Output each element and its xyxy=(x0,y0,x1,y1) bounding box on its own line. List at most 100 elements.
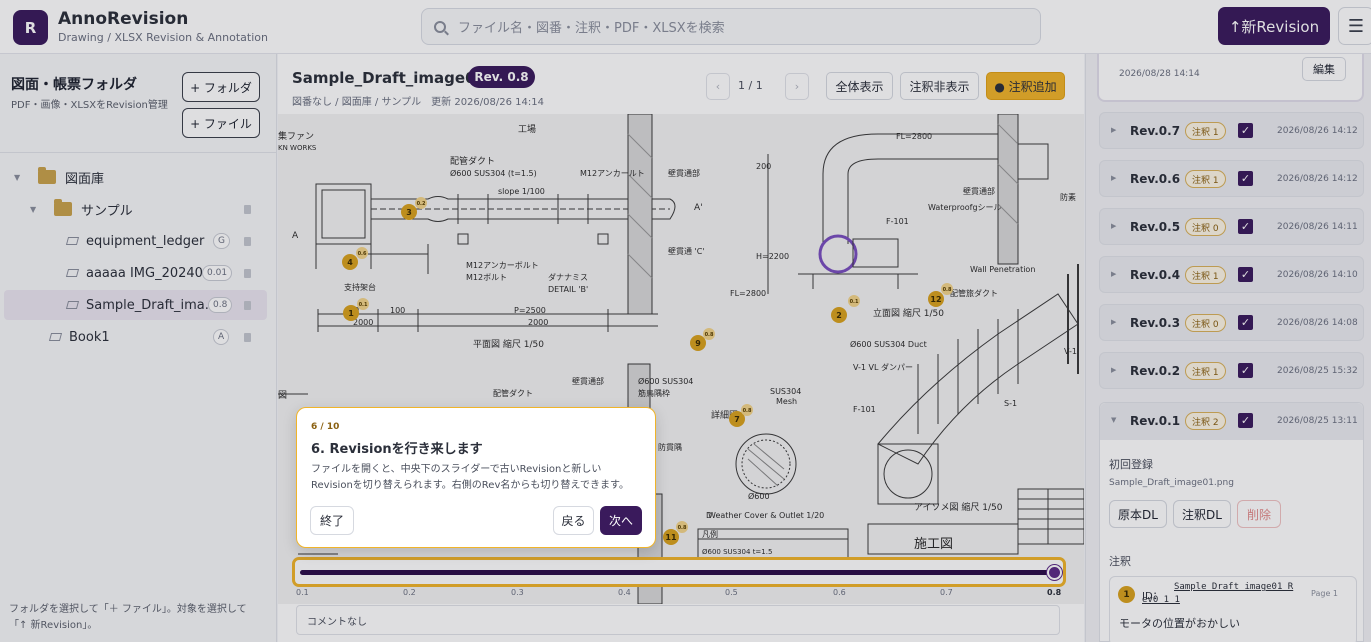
tree-item-label: サンプル xyxy=(81,203,133,219)
revision-date: 2026/08/26 14:12 xyxy=(1277,174,1358,184)
revision-slider[interactable] xyxy=(292,557,1066,587)
drawing-text: 200 xyxy=(756,162,771,171)
revision-name[interactable]: Rev.0.2 xyxy=(1130,364,1180,378)
drawing-text: 立面図 縮尺 1/50 xyxy=(873,307,944,319)
slider-tick: 0.7 xyxy=(940,588,953,597)
annotation-marker[interactable]: 9 0.8 xyxy=(690,328,715,351)
annotation-marker[interactable]: 3 0.2 xyxy=(401,197,427,220)
tree-item-drawing-library[interactable]: ▼ 図面庫 xyxy=(0,162,270,192)
drawing-text: F-101 xyxy=(886,217,909,226)
download-original-button[interactable]: 原本DL xyxy=(1109,500,1167,528)
annotation-count-badge: 注釈 1 xyxy=(1185,122,1226,140)
tour-back-button[interactable]: 戻る xyxy=(553,506,594,535)
search-input[interactable]: ファイル名・図番・注釈・PDF・XLSXを検索 xyxy=(421,8,1041,45)
svg-text:4: 4 xyxy=(347,258,353,267)
revision-checkbox[interactable]: ✓ xyxy=(1238,123,1253,138)
drawing-text: F-101 xyxy=(853,405,876,414)
tree-item-sample[interactable]: ▼ サンプル xyxy=(0,194,270,224)
revision-row[interactable]: ▶ Rev.0.6 注釈 1 ✓ 2026/08/26 14:12 xyxy=(1099,160,1364,197)
revision-name[interactable]: Rev.0.4 xyxy=(1130,268,1180,282)
edit-button[interactable]: 編集 xyxy=(1302,57,1346,81)
revision-row[interactable]: ▶ Rev.0.5 注釈 0 ✓ 2026/08/26 14:11 xyxy=(1099,208,1364,245)
svg-text:0.2: 0.2 xyxy=(417,201,426,207)
revision-date: 2026/08/28 14:14 xyxy=(1119,69,1200,79)
revision-row[interactable]: ▶ Rev.0.4 注釈 1 ✓ 2026/08/26 14:10 xyxy=(1099,256,1364,293)
chevron-down-icon: ▼ xyxy=(30,204,37,214)
add-note-button[interactable]: ● 注釈追加 xyxy=(986,72,1065,100)
sidebar-description: PDF・画像・XLSXをRevision管理 xyxy=(11,100,168,111)
hamburger-icon: ☰ xyxy=(1347,15,1365,37)
drawing-text: 工場 xyxy=(518,123,536,135)
drawing-text: M12ボルト xyxy=(466,273,507,282)
drawing-text: 筋鳥隅枠 xyxy=(638,388,670,398)
revision-checkbox[interactable]: ✓ xyxy=(1238,315,1253,330)
revision-name[interactable]: Rev.0.7 xyxy=(1130,124,1180,138)
drawing-text: Mesh xyxy=(776,397,797,406)
trash-icon[interactable] xyxy=(244,269,251,278)
chevron-right-icon: ▶ xyxy=(1111,366,1117,374)
drawing-text: FL=2800 xyxy=(730,289,766,298)
revision-name[interactable]: Rev.0.5 xyxy=(1130,220,1180,234)
drawing-text: Waterproofgシール xyxy=(928,203,1002,212)
revision-date: 2026/08/26 14:08 xyxy=(1277,318,1358,328)
slider-thumb[interactable] xyxy=(1047,565,1062,580)
revision-name[interactable]: Rev.0.6 xyxy=(1130,172,1180,186)
drawing-text: A xyxy=(292,231,299,241)
trash-icon[interactable] xyxy=(244,333,251,342)
tour-next-button[interactable]: 次へ xyxy=(600,506,642,535)
revision-card-current: 2026/08/28 14:14 編集 xyxy=(1097,54,1364,102)
revision-checkbox[interactable]: ✓ xyxy=(1238,413,1253,428)
file-icon xyxy=(65,269,80,277)
revision-badge: Rev. 0.8 xyxy=(468,66,535,88)
svg-text:0.6: 0.6 xyxy=(358,251,367,257)
drawing-text: 2000 xyxy=(528,318,548,327)
annotation-id-link-cont[interactable]: ev0_1_1 xyxy=(1142,595,1180,605)
tree-item-book1[interactable]: Book1 xyxy=(0,322,270,352)
annotation-marker[interactable]: 4 0.6 xyxy=(342,247,368,270)
trash-icon[interactable] xyxy=(244,301,251,310)
revision-checkbox[interactable]: ✓ xyxy=(1238,267,1253,282)
drawing-text: 支持架台 xyxy=(344,282,376,292)
annotation-id-link[interactable]: Sample_Draft_image01_R xyxy=(1174,582,1293,592)
svg-text:0.8: 0.8 xyxy=(743,408,752,414)
trash-icon[interactable] xyxy=(244,237,251,246)
revision-row[interactable]: ▶ Rev.0.2 注釈 1 ✓ 2026/08/25 15:32 xyxy=(1099,352,1364,389)
menu-button[interactable]: ☰ xyxy=(1338,7,1371,45)
drawing-text: Ø600 SUS304 t=1.5 xyxy=(702,548,772,556)
download-notes-button[interactable]: 注釈DL xyxy=(1173,500,1231,528)
revision-name[interactable]: Rev.0.1 xyxy=(1130,414,1180,428)
trash-icon[interactable] xyxy=(244,205,251,214)
add-folder-button[interactable]: + フォルダ xyxy=(182,72,260,102)
show-all-button[interactable]: 全体表示 xyxy=(826,72,893,100)
annotation-marker[interactable]: 11 0.8 xyxy=(663,521,688,545)
comment-field[interactable]: コメントなし xyxy=(296,605,1060,635)
annotation-number: 1 xyxy=(1118,586,1135,603)
hide-notes-button[interactable]: 注釈非表示 xyxy=(900,72,979,100)
revision-row[interactable]: ▶ Rev.0.3 注釈 0 ✓ 2026/08/26 14:08 xyxy=(1099,304,1364,341)
add-file-button[interactable]: + ファイル xyxy=(182,108,260,138)
revision-checkbox[interactable]: ✓ xyxy=(1238,171,1253,186)
annotation-card[interactable]: 1 ID： Sample_Draft_image01_R ev0_1_1 Pag… xyxy=(1109,576,1357,642)
revision-row[interactable]: ▶ Rev.0.7 注釈 1 ✓ 2026/08/26 14:12 xyxy=(1099,112,1364,149)
drawing-text: 壁貫通部 xyxy=(668,168,700,178)
svg-text:11: 11 xyxy=(665,533,677,542)
annotation-marker[interactable]: 2 0.1 xyxy=(831,295,860,323)
annotation-count-badge: 注釈 0 xyxy=(1185,218,1226,236)
svg-text:7: 7 xyxy=(734,415,740,424)
revision-checkbox[interactable]: ✓ xyxy=(1238,219,1253,234)
annotation-marker[interactable]: 7 0.8 xyxy=(729,404,753,427)
drawing-text: SUS304 xyxy=(770,387,801,396)
prev-page-button[interactable]: ‹ xyxy=(706,73,730,100)
next-page-button[interactable]: › xyxy=(785,73,809,100)
svg-text:1: 1 xyxy=(348,309,354,318)
revision-checkbox[interactable]: ✓ xyxy=(1238,363,1253,378)
delete-button[interactable]: 削除 xyxy=(1237,500,1281,528)
search-placeholder: ファイル名・図番・注釈・PDF・XLSXを検索 xyxy=(458,21,725,36)
revision-name[interactable]: Rev.0.3 xyxy=(1130,316,1180,330)
drawing-text: P=2500 xyxy=(514,306,546,315)
revision-row[interactable]: ▼ Rev.0.1 注釈 2 ✓ 2026/08/25 13:11 xyxy=(1100,403,1363,440)
drawing-text: A' xyxy=(694,203,703,213)
new-revision-button[interactable]: ↑新Revision xyxy=(1218,7,1330,45)
tour-end-button[interactable]: 終了 xyxy=(310,506,354,535)
drawing-text: Wall Penetration xyxy=(970,265,1035,274)
